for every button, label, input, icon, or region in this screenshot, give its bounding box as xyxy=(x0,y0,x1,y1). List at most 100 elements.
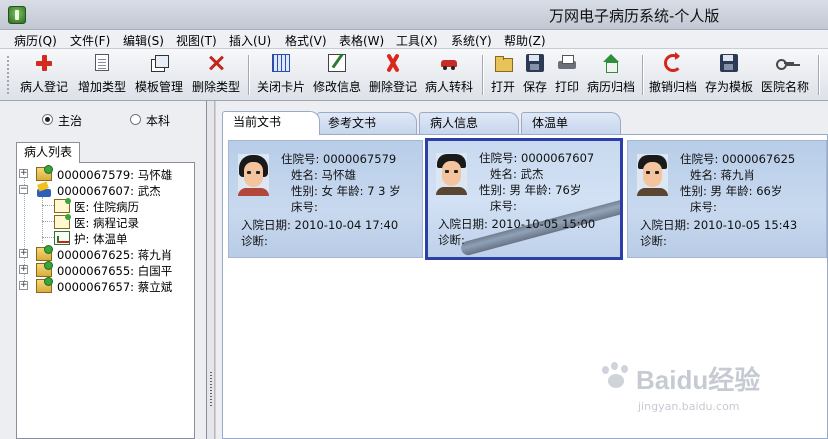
menu-edit[interactable]: 编辑(S) xyxy=(123,32,164,49)
floppy-disk-icon xyxy=(526,54,544,72)
delete-icon xyxy=(207,54,225,72)
tree-connector xyxy=(42,237,54,238)
tree-node-label: 医: 住院病历 xyxy=(74,200,140,214)
patient-folder-icon xyxy=(36,261,53,277)
menu-system[interactable]: 系统(Y) xyxy=(451,32,492,49)
tree-node-progress-record[interactable]: 医: 病程记录 xyxy=(54,214,189,230)
card-bed-number: 床号: xyxy=(291,200,318,214)
radio-department[interactable] xyxy=(130,114,141,125)
delete-registration-label: 删除登记 xyxy=(368,80,417,94)
tree-node-temperature-chart[interactable]: 护: 体温单 xyxy=(54,230,189,246)
toolbar: 病人登记 增加类型 模板管理 删除类型 关闭卡片 修改信息 删除登记 病人转科 … xyxy=(0,49,828,101)
tree-node-label: 0000067607: 武杰 xyxy=(57,184,161,198)
open-button[interactable]: 打开 xyxy=(487,52,519,98)
template-manage-button[interactable]: 模板管理 xyxy=(131,52,187,98)
card-bed-number: 床号: xyxy=(490,199,517,213)
panel-splitter[interactable] xyxy=(207,101,215,439)
splitter-grip-handle[interactable] xyxy=(209,371,213,407)
folder-open-icon xyxy=(494,54,513,72)
tree-node-patient[interactable]: + 0000067579: 马怀雄 xyxy=(19,165,189,182)
menu-help[interactable]: 帮助(Z) xyxy=(504,32,546,49)
card-sex-age: 性别: 男 年龄: 76岁 xyxy=(479,183,582,197)
close-card-label: 关闭卡片 xyxy=(256,80,305,94)
undo-archive-label: 撤销归档 xyxy=(648,80,697,94)
patient-card-selected[interactable]: 住院号: 0000067607 姓名: 武杰 性别: 男 年龄: 76岁 床号:… xyxy=(425,138,623,260)
edit-icon xyxy=(328,54,346,72)
tree-node-patient[interactable]: + 0000067625: 蒋九肖 xyxy=(19,245,189,262)
expand-icon[interactable]: + xyxy=(19,249,28,258)
print-label: 打印 xyxy=(554,80,579,94)
tab-current-documents[interactable]: 当前文书 xyxy=(222,111,320,135)
menu-format[interactable]: 格式(V) xyxy=(285,32,327,49)
grid-icon xyxy=(272,54,290,72)
card-inpatient-number: 住院号: 0000067607 xyxy=(479,151,595,165)
tree-node-label: 0000067579: 马怀雄 xyxy=(57,168,173,182)
open-label: 打开 xyxy=(490,80,515,94)
tab-patient-list[interactable]: 病人列表 xyxy=(16,142,80,163)
patient-panel: 主治 本科 病人列表 + 0000067579: 马怀雄 − 000006760… xyxy=(0,101,207,439)
menu-insert[interactable]: 插入(U) xyxy=(229,32,271,49)
transfer-patient-button[interactable]: 病人转科 xyxy=(421,52,477,98)
delete-registration-button[interactable]: 删除登记 xyxy=(365,52,421,98)
patient-card[interactable]: 住院号: 0000067625 姓名: 蒋九肖 性别: 男 年龄: 66岁 床号… xyxy=(627,140,827,258)
document-icon xyxy=(95,54,109,71)
tree-node-label: 0000067655: 白国平 xyxy=(57,264,173,278)
toolbar-separator xyxy=(642,55,644,95)
edit-info-button[interactable]: 修改信息 xyxy=(309,52,365,98)
template-manage-label: 模板管理 xyxy=(134,80,183,94)
expand-icon[interactable]: + xyxy=(19,265,28,274)
register-patient-button[interactable]: 病人登记 xyxy=(16,52,72,98)
delete-red-icon xyxy=(384,54,402,72)
tree-connector xyxy=(42,221,54,222)
menu-file[interactable]: 文件(F) xyxy=(70,32,110,49)
archive-record-button[interactable]: 病历归档 xyxy=(583,52,639,98)
patient-card[interactable]: 住院号: 0000067579 姓名: 马怀雄 性别: 女 年龄: 7 3 岁 … xyxy=(228,140,423,258)
document-tabs: 当前文书 参考文书 病人信息 体温单 xyxy=(222,111,828,135)
undo-icon xyxy=(664,52,682,72)
male-avatar-icon xyxy=(436,153,467,195)
tree-connector xyxy=(42,205,54,206)
collapse-icon[interactable]: − xyxy=(19,185,28,194)
add-type-button[interactable]: 增加类型 xyxy=(74,52,130,98)
tree-node-patient[interactable]: + 0000067655: 白国平 xyxy=(19,261,189,278)
save-as-template-label: 存为模板 xyxy=(704,80,753,94)
hospital-name-button[interactable]: 医院名称 xyxy=(757,52,813,98)
card-inpatient-number: 住院号: 0000067625 xyxy=(680,152,796,166)
save-button[interactable]: 保存 xyxy=(519,52,551,98)
menu-table[interactable]: 表格(W) xyxy=(339,32,384,49)
expand-icon[interactable]: + xyxy=(19,281,28,290)
tree-node-patient-selected[interactable]: − 0000067607: 武杰 xyxy=(19,182,189,198)
radio-department-label[interactable]: 本科 xyxy=(146,112,170,129)
save-as-template-button[interactable]: 存为模板 xyxy=(701,52,757,98)
card-bed-number: 床号: xyxy=(690,200,717,214)
undo-archive-button[interactable]: 撤销归档 xyxy=(645,52,701,98)
card-sex-age: 性别: 女 年龄: 7 3 岁 xyxy=(291,184,401,198)
expand-icon[interactable]: + xyxy=(19,169,28,178)
card-patient-name: 姓名: 蒋九肖 xyxy=(690,168,756,182)
tree-node-patient[interactable]: + 0000067657: 蔡立斌 xyxy=(19,277,189,294)
card-sex-age: 性别: 男 年龄: 66岁 xyxy=(680,184,783,198)
tree-node-label: 0000067657: 蔡立斌 xyxy=(57,280,173,294)
card-admission-date: 入院日期: 2010-10-04 17:40 xyxy=(241,218,399,232)
tab-temperature-chart[interactable]: 体温单 xyxy=(521,112,621,134)
print-button[interactable]: 打印 xyxy=(551,52,583,98)
tree-node-label: 医: 病程记录 xyxy=(74,216,140,230)
delete-type-label: 删除类型 xyxy=(191,80,240,94)
tree-node-admission-record[interactable]: 医: 住院病历 xyxy=(54,198,189,214)
tab-patient-info[interactable]: 病人信息 xyxy=(419,112,519,134)
title-bar: 万网电子病历系统-个人版 xyxy=(0,0,828,30)
toolbar-grip[interactable] xyxy=(6,55,10,95)
menu-medical-record[interactable]: 病历(Q) xyxy=(14,32,57,49)
watermark-brand: Baidu经验 xyxy=(636,365,761,395)
radio-attending[interactable] xyxy=(42,114,53,125)
radio-attending-label[interactable]: 主治 xyxy=(58,112,82,129)
template-icon xyxy=(150,54,169,72)
delete-type-button[interactable]: 删除类型 xyxy=(188,52,244,98)
app-logo-icon xyxy=(8,6,26,24)
menu-tools[interactable]: 工具(X) xyxy=(396,32,438,49)
tab-reference-documents[interactable]: 参考文书 xyxy=(317,112,417,134)
menu-view[interactable]: 视图(T) xyxy=(176,32,217,49)
register-patient-label: 病人登记 xyxy=(19,80,68,94)
patient-folder-icon xyxy=(36,165,53,181)
close-card-button[interactable]: 关闭卡片 xyxy=(253,52,309,98)
